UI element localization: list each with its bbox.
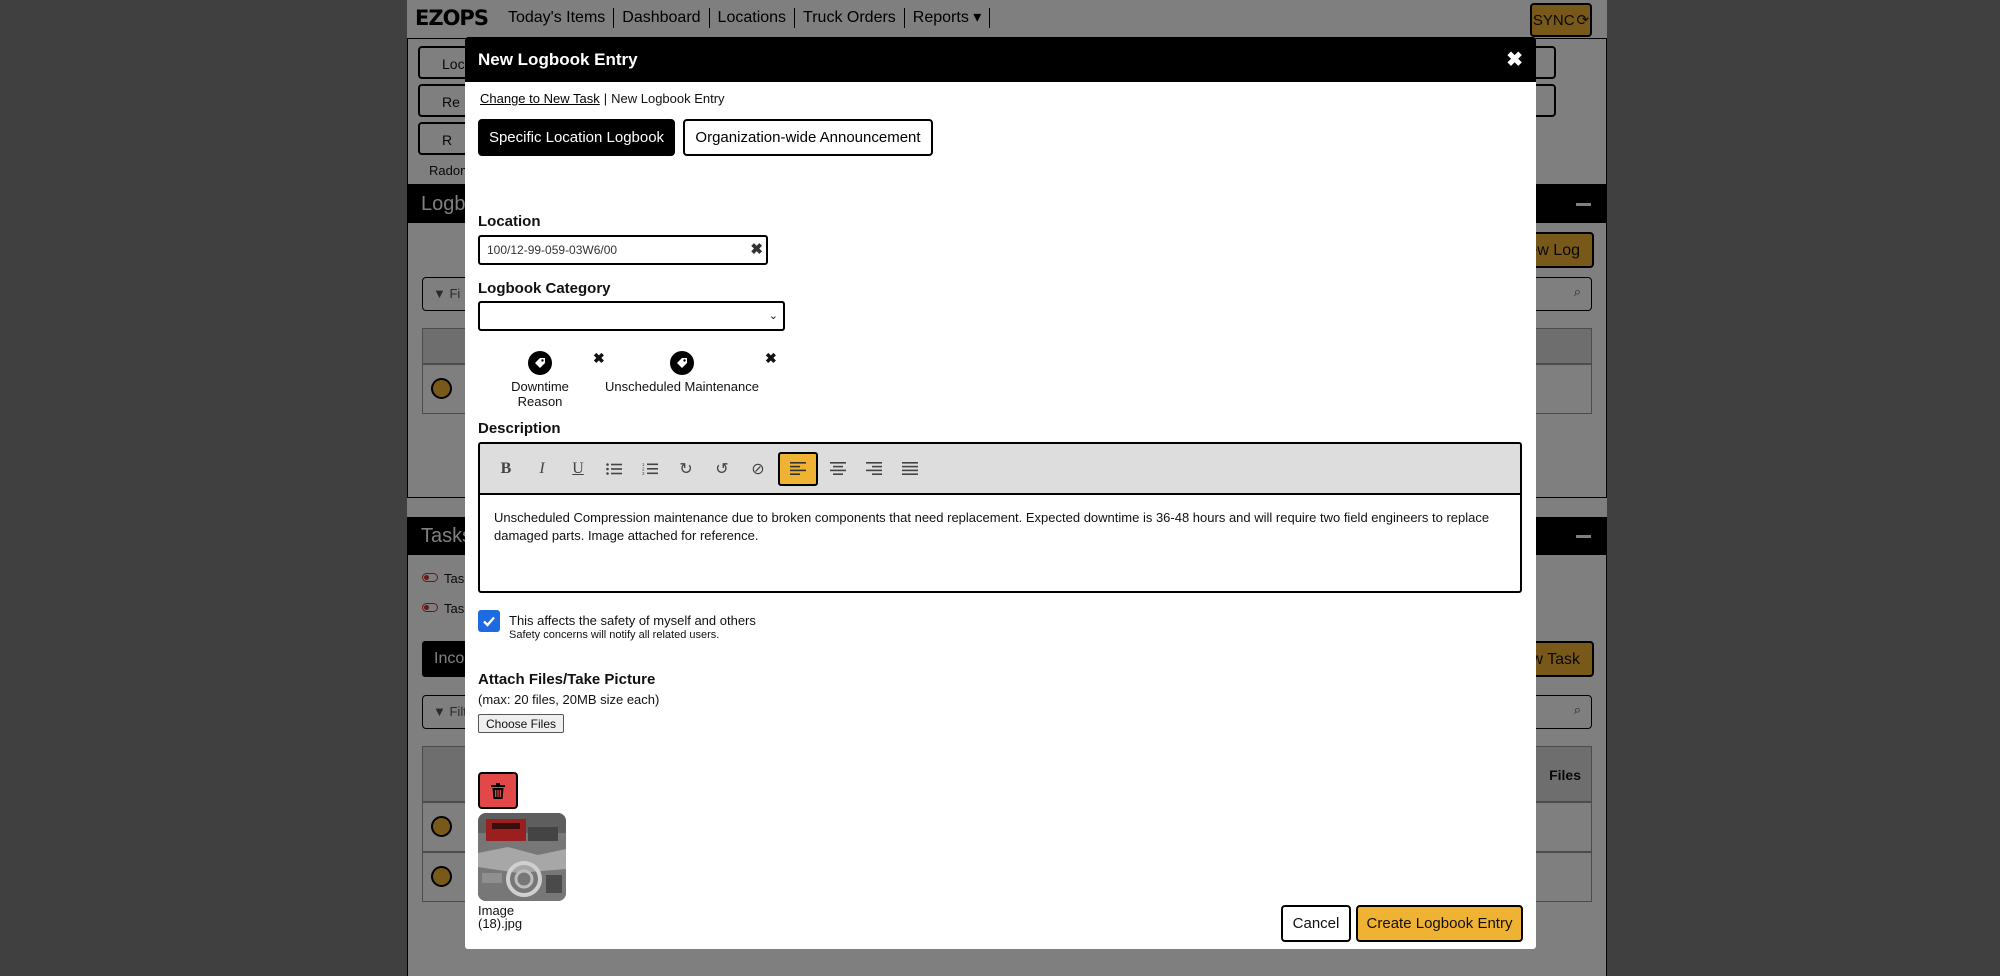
attach-limits: (max: 20 files, 20MB size each) [478, 692, 660, 707]
breadcrumb: Change to New Task | New Logbook Entry [480, 91, 725, 106]
undo-icon[interactable]: ↺ [706, 452, 738, 486]
italic-icon[interactable]: I [526, 452, 558, 486]
checkmark-icon [483, 616, 495, 627]
redo-icon[interactable]: ↻ [670, 452, 702, 486]
bullet-list-icon[interactable] [598, 452, 630, 486]
align-justify-icon[interactable] [894, 452, 926, 486]
numbered-list-icon[interactable]: 123 [634, 452, 666, 486]
attachment-filename: Image (18).jpg [478, 904, 538, 930]
attach-title: Attach Files/Take Picture [478, 671, 656, 688]
change-to-new-task-link[interactable]: Change to New Task [480, 91, 600, 106]
description-text[interactable]: Unscheduled Compression maintenance due … [480, 495, 1520, 558]
safety-label: This affects the safety of myself and ot… [509, 613, 756, 628]
align-center-icon[interactable] [822, 452, 854, 486]
tag-icon [670, 351, 694, 375]
svg-text:3: 3 [642, 471, 645, 476]
location-label: Location [478, 213, 541, 230]
chevron-down-icon: ⌄ [768, 310, 778, 322]
logbook-category-select[interactable]: ⌄ [478, 301, 785, 331]
remove-tag-icon[interactable]: ✖ [765, 350, 777, 367]
tag-unscheduled-maintenance: Unscheduled Maintenance [602, 351, 762, 394]
logbook-category-label: Logbook Category [478, 280, 611, 297]
modal-title: New Logbook Entry [478, 49, 638, 69]
delete-attachment-button[interactable] [478, 772, 518, 809]
cancel-button[interactable]: Cancel [1281, 905, 1351, 942]
editor-toolbar: B I U 123 ↻ ↺ ⊘ [480, 444, 1520, 495]
location-field[interactable]: 100/12-99-059-03W6/00 ✖ [478, 235, 768, 265]
bold-icon[interactable]: B [490, 452, 522, 486]
attachment-filename-line2: (18).jpg [478, 916, 523, 931]
modal-header: New Logbook Entry ✖ [465, 37, 1536, 82]
tab-organization-wide-announcement[interactable]: Organization-wide Announcement [683, 119, 933, 156]
tag-icon [528, 351, 552, 375]
safety-note: Safety concerns will notify all related … [509, 629, 720, 641]
align-left-icon[interactable] [778, 451, 818, 486]
safety-checkbox[interactable] [478, 610, 500, 632]
trash-icon [491, 782, 505, 799]
tab-specific-location-logbook[interactable]: Specific Location Logbook [478, 119, 675, 156]
create-logbook-entry-button[interactable]: Create Logbook Entry [1356, 905, 1523, 942]
new-logbook-modal: New Logbook Entry ✖ Change to New Task | N… [465, 37, 1536, 949]
align-right-icon[interactable] [858, 452, 890, 486]
underline-icon[interactable]: U [562, 452, 594, 486]
description-label: Description [478, 420, 561, 437]
location-value: 100/12-99-059-03W6/00 [487, 243, 618, 257]
clear-format-icon[interactable]: ⊘ [742, 452, 774, 486]
tag-downtime-reason: Downtime Reason [487, 351, 593, 409]
tag-label: Unscheduled Maintenance [605, 379, 759, 394]
clear-icon[interactable]: ✖ [750, 240, 763, 258]
breadcrumb-current: New Logbook Entry [611, 91, 725, 106]
tag-label: Downtime Reason [511, 379, 569, 409]
breadcrumb-separator: | [603, 91, 608, 106]
attachment-thumbnail[interactable] [478, 813, 566, 901]
choose-files-button[interactable]: Choose Files [478, 714, 564, 733]
close-icon[interactable]: ✖ [1506, 47, 1523, 72]
modal-body: Change to New Task | New Logbook Entry Spe… [465, 82, 1536, 949]
description-editor: B I U 123 ↻ ↺ ⊘ Unscheduled Compression … [478, 442, 1522, 593]
